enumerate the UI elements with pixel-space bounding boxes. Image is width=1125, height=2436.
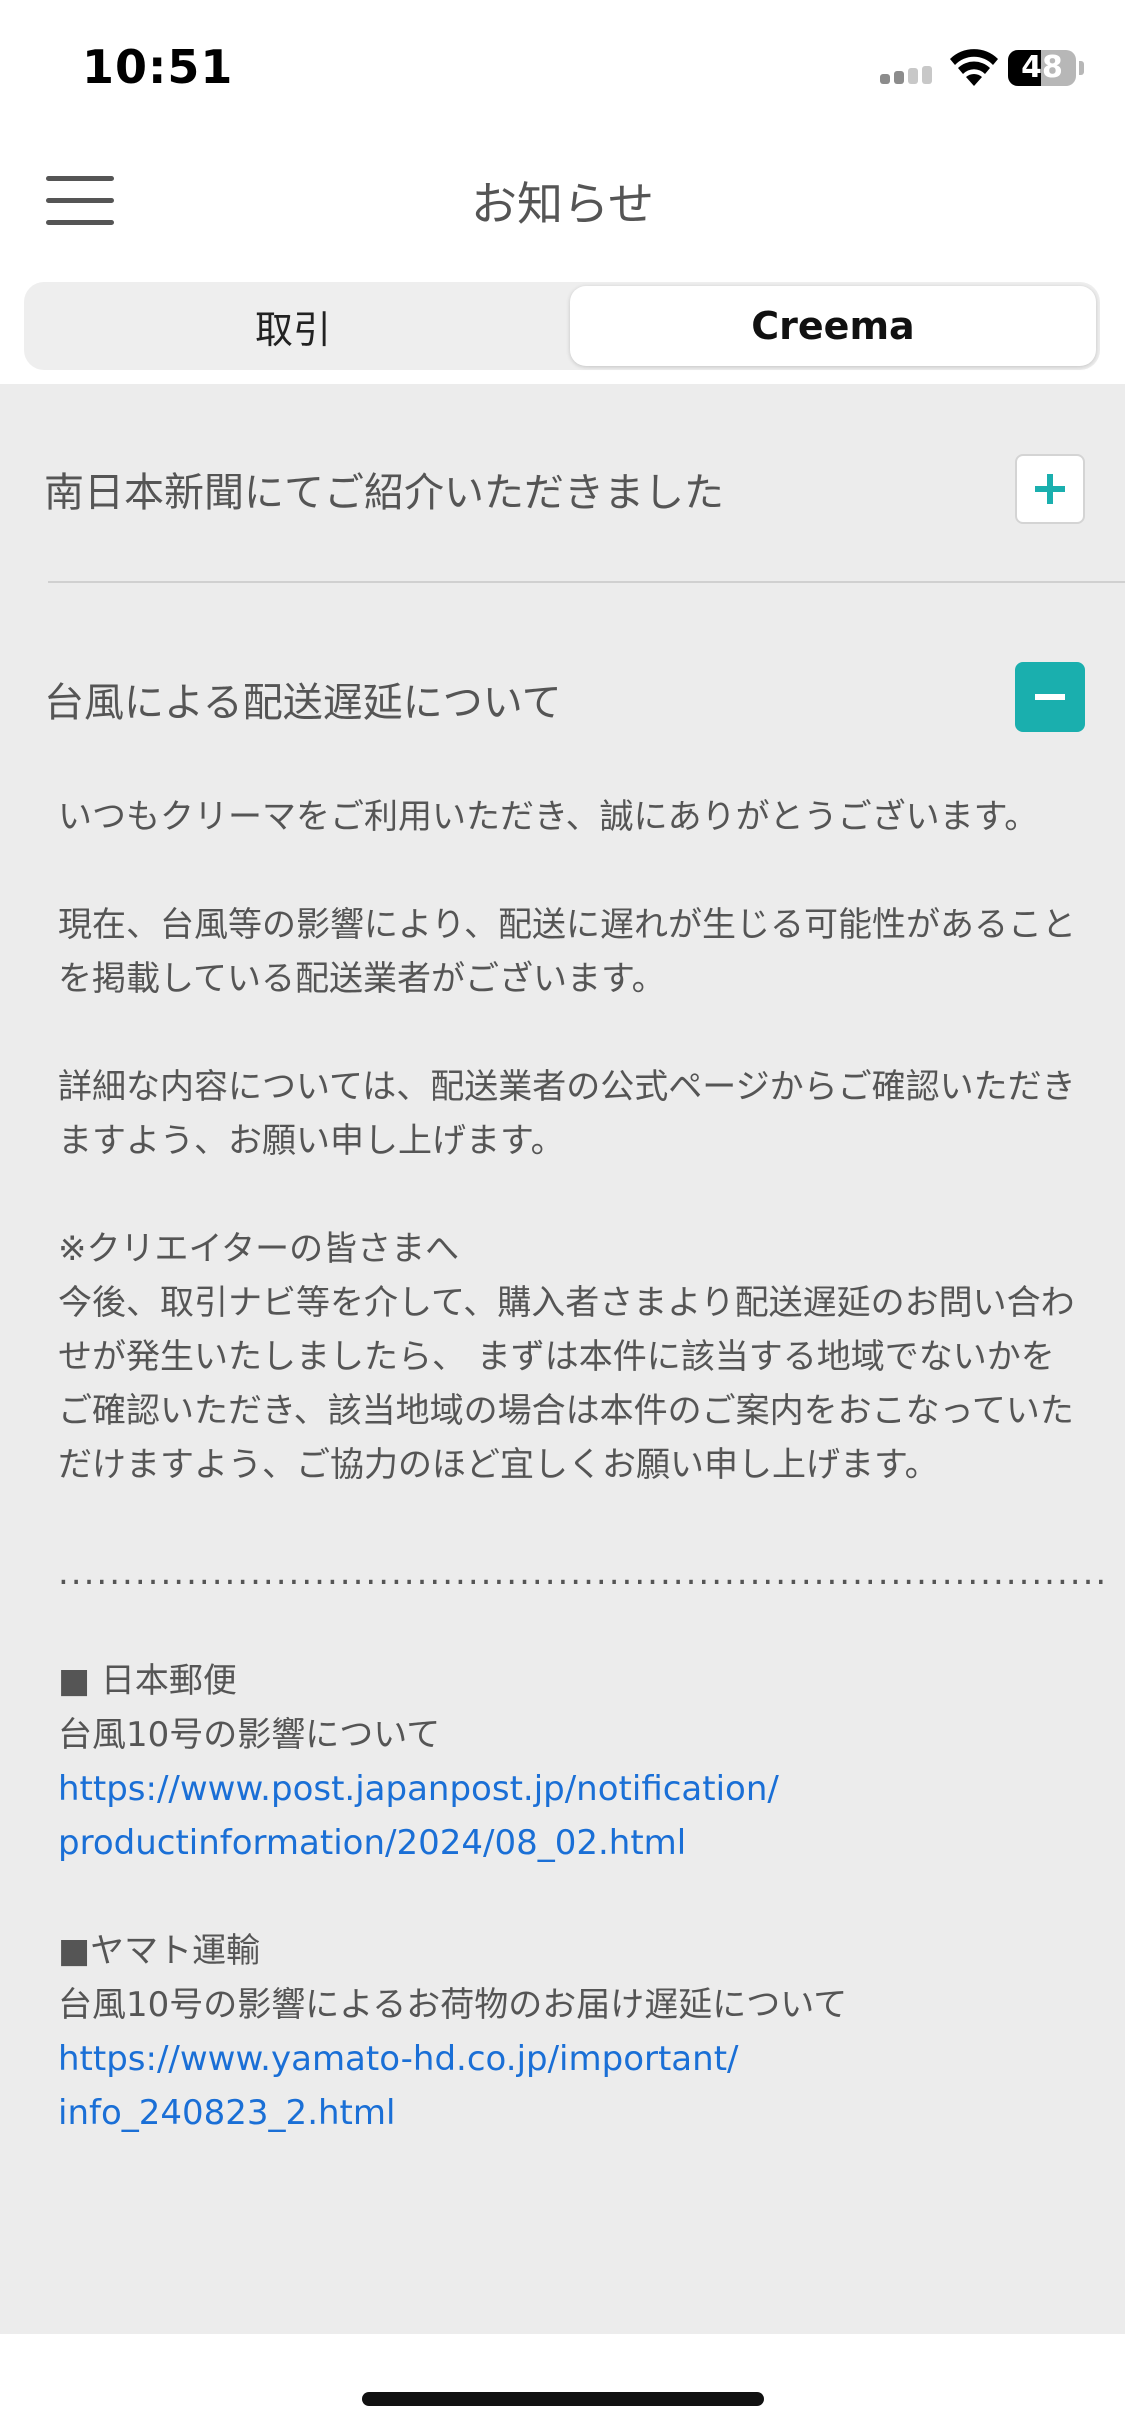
collapse-button[interactable] — [1015, 662, 1085, 732]
tab-torihiki[interactable]: 取引 — [28, 286, 558, 366]
dotted-separator: ........................................… — [58, 1553, 1109, 1593]
battery-tip — [1079, 61, 1084, 75]
carrier-link-yamato[interactable]: https://www.yamato-hd.co.jp/important/ i… — [58, 2032, 1078, 2140]
creator-note-body: 今後、取引ナビ等を介して、購入者さまより配送遅延のお問い合わせが発生いたしました… — [58, 1283, 1075, 1485]
link-text[interactable]: productinformation/2024/08_02.html — [58, 1816, 1078, 1870]
cellular-signal-icon — [880, 66, 934, 84]
expand-button[interactable] — [1015, 454, 1085, 524]
body-paragraph: いつもクリーマをご利用いただき、誠にありがとうございます。 — [58, 797, 1039, 837]
segmented-control: 取引 Creema — [24, 282, 1100, 370]
status-bar: 10:51 48 — [0, 0, 1125, 140]
nav-bar: お知らせ — [0, 140, 1125, 280]
page-title: お知らせ — [470, 177, 655, 231]
wifi-icon — [950, 49, 998, 86]
battery-level: 48 — [1021, 50, 1063, 85]
notice-item-expanded[interactable]: 台風による配送遅延について — [0, 584, 1125, 732]
carrier-description: 台風10号の影響によるお荷物のお届け遅延について — [58, 1985, 848, 2025]
link-text[interactable]: https://www.yamato-hd.co.jp/important/ — [58, 2032, 1078, 2086]
carrier-name: ■ 日本郵便 — [58, 1661, 237, 1701]
link-text[interactable]: https://www.post.japanpost.jp/notificati… — [58, 1762, 1078, 1816]
tab-creema[interactable]: Creema — [570, 286, 1096, 366]
minus-icon — [1035, 694, 1065, 700]
carrier-name: ■ヤマト運輸 — [58, 1931, 261, 1971]
plus-icon — [1035, 474, 1065, 504]
notice-item-collapsed[interactable]: 南日本新聞にてご紹介いただきました — [0, 384, 1125, 583]
status-time: 10:51 — [82, 40, 234, 94]
divider — [48, 581, 1125, 583]
notice-title: 台風による配送遅延について — [44, 680, 562, 726]
carrier-link-japanpost[interactable]: https://www.post.japanpost.jp/notificati… — [58, 1762, 1078, 1870]
link-text[interactable]: info_240823_2.html — [58, 2086, 1078, 2140]
creator-note-heading: ※クリエイターの皆さまへ — [58, 1229, 460, 1269]
body-paragraph: 現在、台風等の影響により、配送に遅れが生じる可能性があることを掲載している配送業… — [58, 905, 1076, 999]
notice-body: いつもクリーマをご利用いただき、誠にありがとうございます。 現在、台風等の影響に… — [58, 790, 1109, 2140]
notice-title: 南日本新聞にてご紹介いただきました — [44, 470, 724, 516]
body-paragraph: 詳細な内容については、配送業者の公式ページからご確認いただきますよう、お願い申し… — [58, 1067, 1076, 1161]
home-indicator[interactable] — [362, 2392, 764, 2406]
carrier-description: 台風10号の影響について — [58, 1715, 441, 1755]
battery-icon: 48 — [1008, 50, 1076, 86]
notice-list: 南日本新聞にてご紹介いただきました 台風による配送遅延について いつもクリーマを… — [0, 384, 1125, 2334]
